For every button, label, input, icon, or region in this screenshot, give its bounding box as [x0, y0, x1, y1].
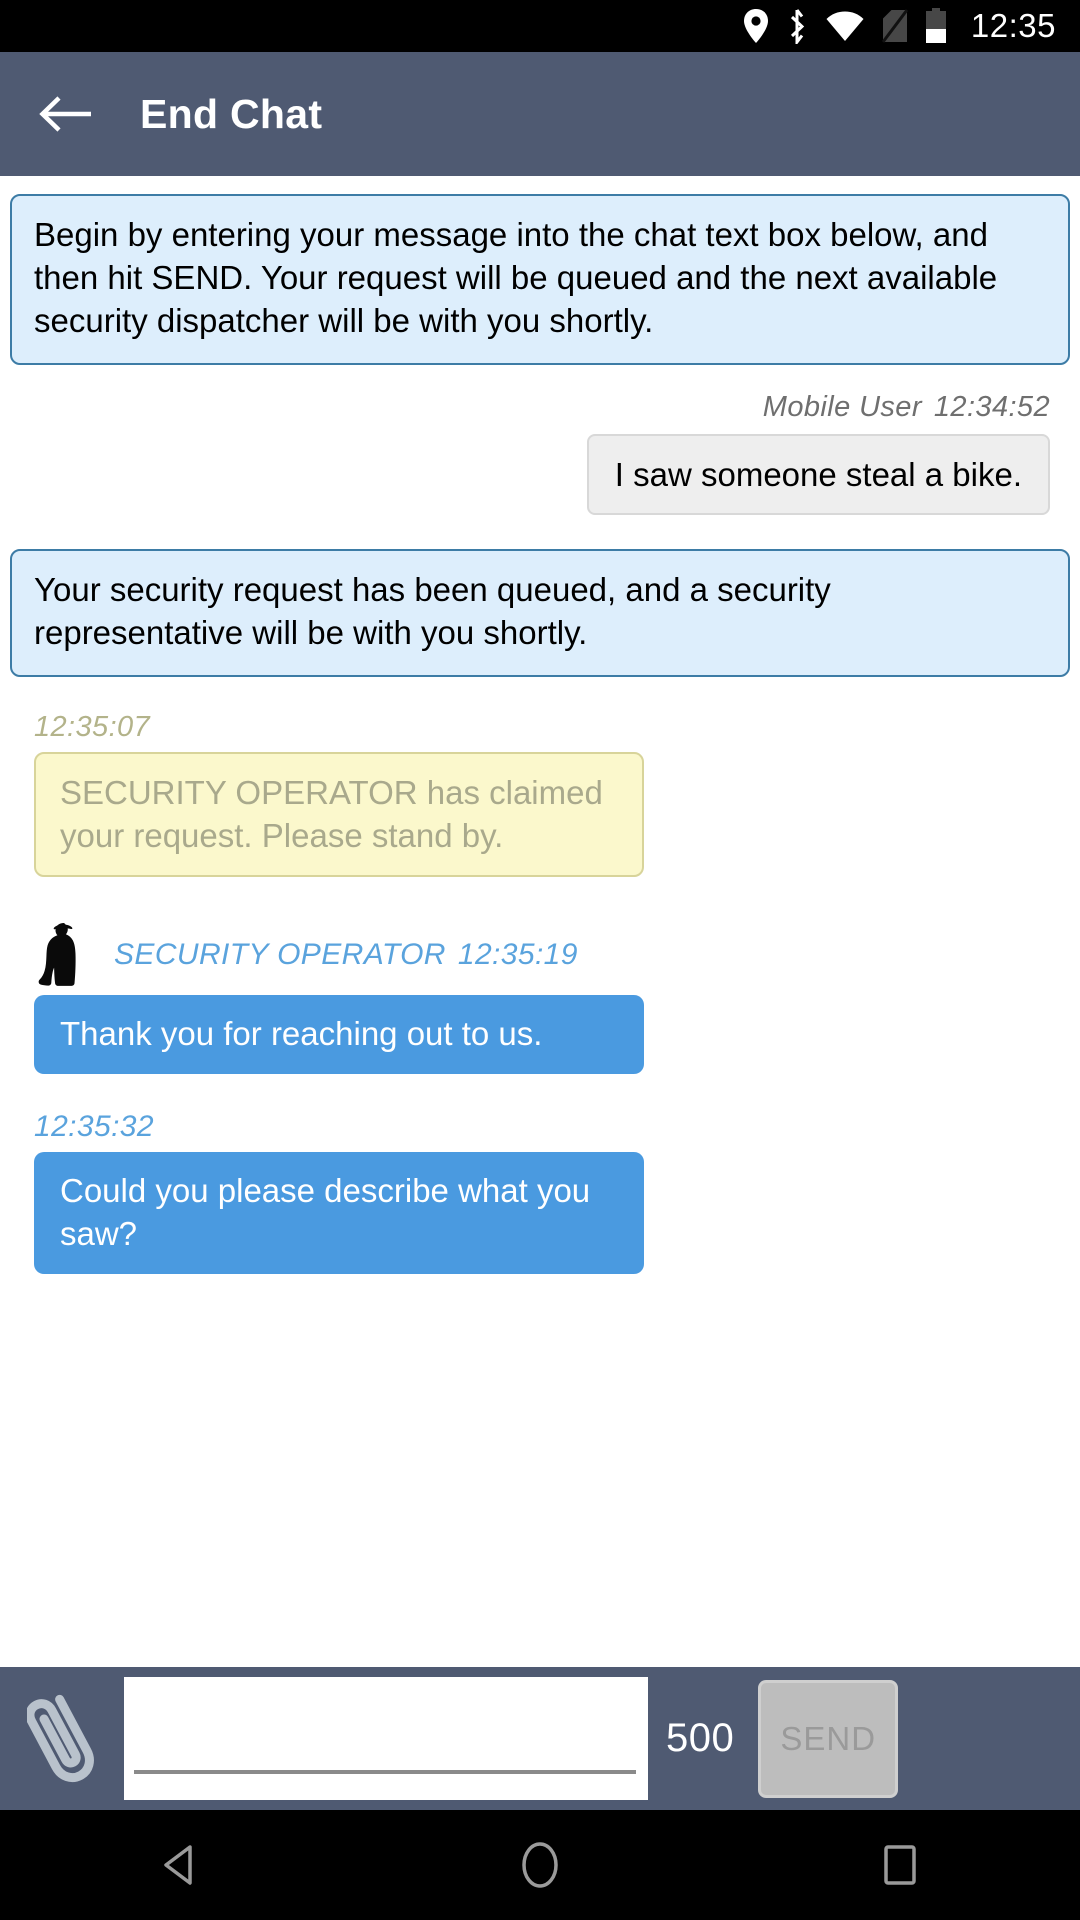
- back-arrow-icon[interactable]: [38, 86, 94, 142]
- user-message-sender: Mobile User: [762, 390, 922, 423]
- user-message-time: 12:34:52: [933, 390, 1050, 423]
- security-operator-avatar: [34, 919, 96, 991]
- operator-message-meta: SECURITY OPERATOR 12:35:19: [114, 938, 578, 972]
- app-bar: End Chat: [0, 52, 1080, 176]
- page-title: End Chat: [140, 90, 323, 137]
- chat-message-list[interactable]: Begin by entering your message into the …: [0, 176, 1080, 1667]
- no-sim-icon: [881, 8, 909, 44]
- system-queued-banner: Your security request has been queued, a…: [10, 548, 1070, 677]
- message-input-bar: 500 SEND: [0, 1667, 1080, 1810]
- nav-home-circle-icon[interactable]: [480, 1825, 600, 1905]
- wifi-icon: [825, 10, 865, 42]
- operator-message-sender: SECURITY OPERATOR: [114, 938, 446, 972]
- user-message-meta: Mobile User 12:34:52: [0, 365, 1080, 434]
- user-message-bubble[interactable]: I saw someone steal a bike.: [586, 433, 1050, 515]
- operator-message-bubble[interactable]: Thank you for reaching out to us.: [34, 995, 644, 1075]
- battery-icon: [925, 8, 947, 44]
- operator-message-time-2: 12:35:32: [34, 1110, 154, 1144]
- nav-recents-square-icon[interactable]: [840, 1825, 960, 1905]
- status-clock: 12:35: [970, 7, 1056, 44]
- message-input-field[interactable]: [124, 1677, 648, 1800]
- location-pin-icon: [743, 9, 769, 43]
- input-underline: [134, 1770, 636, 1774]
- operator-message-bubble-2[interactable]: Could you please describe what you saw?: [34, 1152, 644, 1275]
- claim-notice-bubble: SECURITY OPERATOR has claimed your reque…: [34, 751, 644, 878]
- operator-message-time: 12:35:19: [457, 938, 578, 972]
- user-message-row: I saw someone steal a bike.: [0, 433, 1080, 515]
- system-intro-banner: Begin by entering your message into the …: [10, 194, 1070, 365]
- bluetooth-icon: [785, 8, 809, 44]
- android-nav-bar: [0, 1810, 1080, 1920]
- nav-back-triangle-icon[interactable]: [120, 1825, 240, 1905]
- paperclip-icon[interactable]: [18, 1684, 114, 1794]
- status-bar: 12:35: [0, 0, 1080, 52]
- char-counter: 500: [666, 1716, 735, 1760]
- phone-screen: 12:35 End Chat Begin by entering your me…: [0, 0, 1080, 1920]
- claim-notice-time: 12:35:07: [34, 710, 151, 743]
- operator-identity-row: SECURITY OPERATOR 12:35:19: [0, 877, 1080, 995]
- send-button[interactable]: SEND: [758, 1679, 899, 1798]
